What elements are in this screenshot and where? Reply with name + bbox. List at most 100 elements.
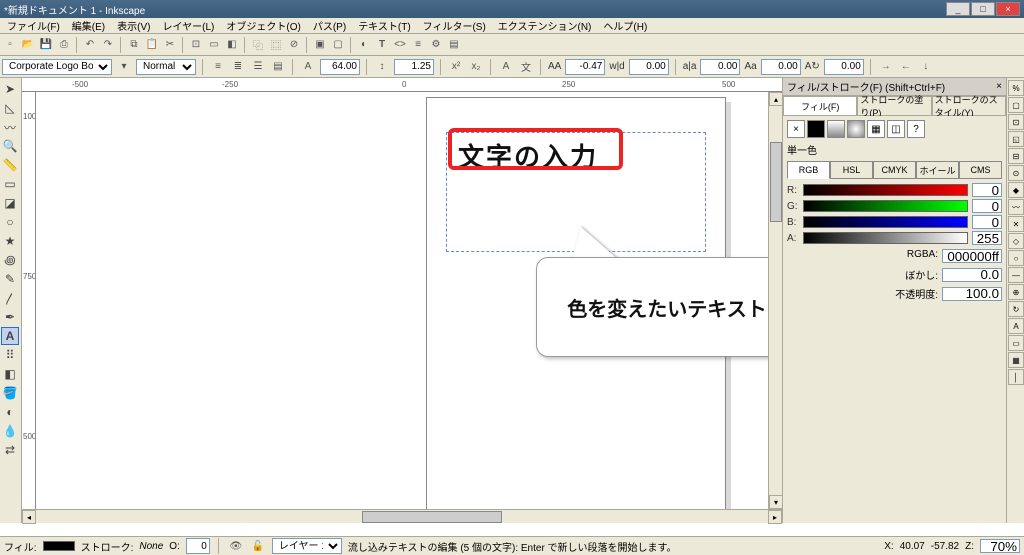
prefs-icon[interactable]: ⚙ [428, 37, 444, 53]
panel-close-icon[interactable]: × [996, 81, 1002, 92]
open-icon[interactable]: 📂 [20, 37, 36, 53]
selector-tool-icon[interactable]: ➤ [1, 80, 19, 98]
font-style-combo[interactable]: Normal [136, 59, 196, 75]
g-slider[interactable] [803, 200, 968, 212]
rect-tool-icon[interactable]: ▭ [1, 175, 19, 193]
snap-bbox-icon[interactable]: ▢ [1008, 97, 1024, 113]
bucket-tool-icon[interactable]: 🪣 [1, 384, 19, 402]
align-left-icon[interactable]: ≡ [210, 59, 226, 75]
scroll-up-icon[interactable]: ▴ [769, 92, 782, 106]
vertical-scrollbar[interactable]: ▴ ▾ [768, 92, 782, 509]
font-family-combo[interactable]: Corporate Logo Bold [2, 59, 112, 75]
menu-file[interactable]: ファイル(F) [2, 18, 65, 33]
b-slider[interactable] [803, 216, 968, 228]
layer-lock-icon[interactable]: 🔓 [250, 538, 266, 554]
snap-center-icon[interactable]: ⊙ [1008, 165, 1024, 181]
duplicate-icon[interactable]: ⿻ [250, 37, 266, 53]
colortab-rgb[interactable]: RGB [787, 161, 830, 179]
tweak-tool-icon[interactable]: 〰 [1, 118, 19, 136]
paste-icon[interactable]: 📋 [144, 37, 160, 53]
paint-unknown-icon[interactable]: ? [907, 120, 925, 138]
orientation-lr-icon[interactable]: → [878, 59, 894, 75]
line-spacing-field[interactable] [394, 59, 434, 75]
paint-radial-icon[interactable] [847, 120, 865, 138]
bezier-tool-icon[interactable]: 〳 [1, 289, 19, 307]
colortab-cmyk[interactable]: CMYK [873, 161, 916, 179]
hkern-field[interactable] [700, 59, 740, 75]
blur-field[interactable] [942, 268, 1002, 282]
redo-icon[interactable]: ↷ [100, 37, 116, 53]
scroll-right-icon[interactable]: ▸ [768, 510, 782, 524]
spray-tool-icon[interactable]: ⠿ [1, 346, 19, 364]
text-horizontal-icon[interactable]: A [498, 59, 514, 75]
colortab-hsl[interactable]: HSL [830, 161, 873, 179]
align-right-icon[interactable]: ☰ [250, 59, 266, 75]
docprops-icon[interactable]: ▤ [446, 37, 462, 53]
subscript-icon[interactable]: x₂ [468, 59, 484, 75]
save-icon[interactable]: 💾 [38, 37, 54, 53]
measure-tool-icon[interactable]: 📏 [1, 156, 19, 174]
vkern-field[interactable] [761, 59, 801, 75]
zoom-field[interactable] [980, 539, 1020, 553]
paint-pattern-icon[interactable]: ▦ [867, 120, 885, 138]
cut-icon[interactable]: ✂ [162, 37, 178, 53]
pencil-tool-icon[interactable]: ✎ [1, 270, 19, 288]
minimize-button[interactable]: _ [946, 2, 970, 16]
zoom-tool-icon[interactable]: 🔍 [1, 137, 19, 155]
fill-swatch[interactable] [43, 541, 75, 551]
snap-toggle-icon[interactable]: % [1008, 80, 1024, 96]
scroll-left-icon[interactable]: ◂ [22, 510, 36, 524]
paint-flat-icon[interactable] [807, 120, 825, 138]
group-icon[interactable]: ▣ [312, 37, 328, 53]
menu-extensions[interactable]: エクステンション(N) [493, 18, 597, 33]
undo-icon[interactable]: ↶ [82, 37, 98, 53]
opacity-field[interactable] [942, 287, 1002, 301]
snap-page-icon[interactable]: ▭ [1008, 335, 1024, 351]
r-value[interactable] [972, 183, 1002, 197]
gradient-tool-icon[interactable]: ◐ [1, 403, 19, 421]
node-tool-icon[interactable]: ◺ [1, 99, 19, 117]
snap-text-icon[interactable]: A [1008, 318, 1024, 334]
snap-guide-icon[interactable]: │ [1008, 369, 1024, 385]
letter-spacing-field[interactable] [565, 59, 605, 75]
copy-icon[interactable]: ⧉ [126, 37, 142, 53]
print-icon[interactable]: ⎙ [56, 37, 72, 53]
fill-dialog-icon[interactable]: ◐ [356, 37, 372, 53]
unlink-icon[interactable]: ⊘ [286, 37, 302, 53]
dropper-tool-icon[interactable]: 💧 [1, 422, 19, 440]
menu-view[interactable]: 表示(V) [112, 18, 155, 33]
orientation-tb-icon[interactable]: ↓ [918, 59, 934, 75]
font-size-field[interactable] [320, 59, 360, 75]
rotation-field[interactable] [824, 59, 864, 75]
snap-rotation-icon[interactable]: ↻ [1008, 301, 1024, 317]
menu-text[interactable]: テキスト(T) [353, 18, 415, 33]
align-center-icon[interactable]: ≣ [230, 59, 246, 75]
star-tool-icon[interactable]: ★ [1, 232, 19, 250]
text-vertical-icon[interactable]: 文 [518, 59, 534, 75]
colortab-cms[interactable]: CMS [959, 161, 1002, 179]
paint-none-icon[interactable]: × [787, 120, 805, 138]
xml-icon[interactable]: <> [392, 37, 408, 53]
paint-linear-icon[interactable] [827, 120, 845, 138]
g-value[interactable] [972, 199, 1002, 213]
b-value[interactable] [972, 215, 1002, 229]
word-spacing-field[interactable] [629, 59, 669, 75]
scroll-thumb-v[interactable] [770, 142, 782, 222]
a-slider[interactable] [803, 232, 968, 244]
layer-visibility-icon[interactable]: 👁 [228, 538, 244, 554]
font-dropdown-icon[interactable]: ▾ [116, 59, 132, 75]
snap-node-icon[interactable]: ◆ [1008, 182, 1024, 198]
ungroup-icon[interactable]: ▢ [330, 37, 346, 53]
orientation-rl-icon[interactable]: ← [898, 59, 914, 75]
snap-corner-icon[interactable]: ◱ [1008, 131, 1024, 147]
maximize-button[interactable]: □ [971, 2, 995, 16]
paint-swatch-icon[interactable]: ◫ [887, 120, 905, 138]
r-slider[interactable] [803, 184, 968, 196]
calligraphy-tool-icon[interactable]: ✒ [1, 308, 19, 326]
align-icon[interactable]: ≡ [410, 37, 426, 53]
menu-help[interactable]: ヘルプ(H) [598, 18, 652, 33]
text-dialog-icon[interactable]: T [374, 37, 390, 53]
tab-stroke-paint[interactable]: ストロークの塗り(P) [857, 96, 931, 115]
rgba-field[interactable] [942, 249, 1002, 263]
horizontal-scrollbar[interactable]: ◂ ▸ [22, 509, 782, 523]
